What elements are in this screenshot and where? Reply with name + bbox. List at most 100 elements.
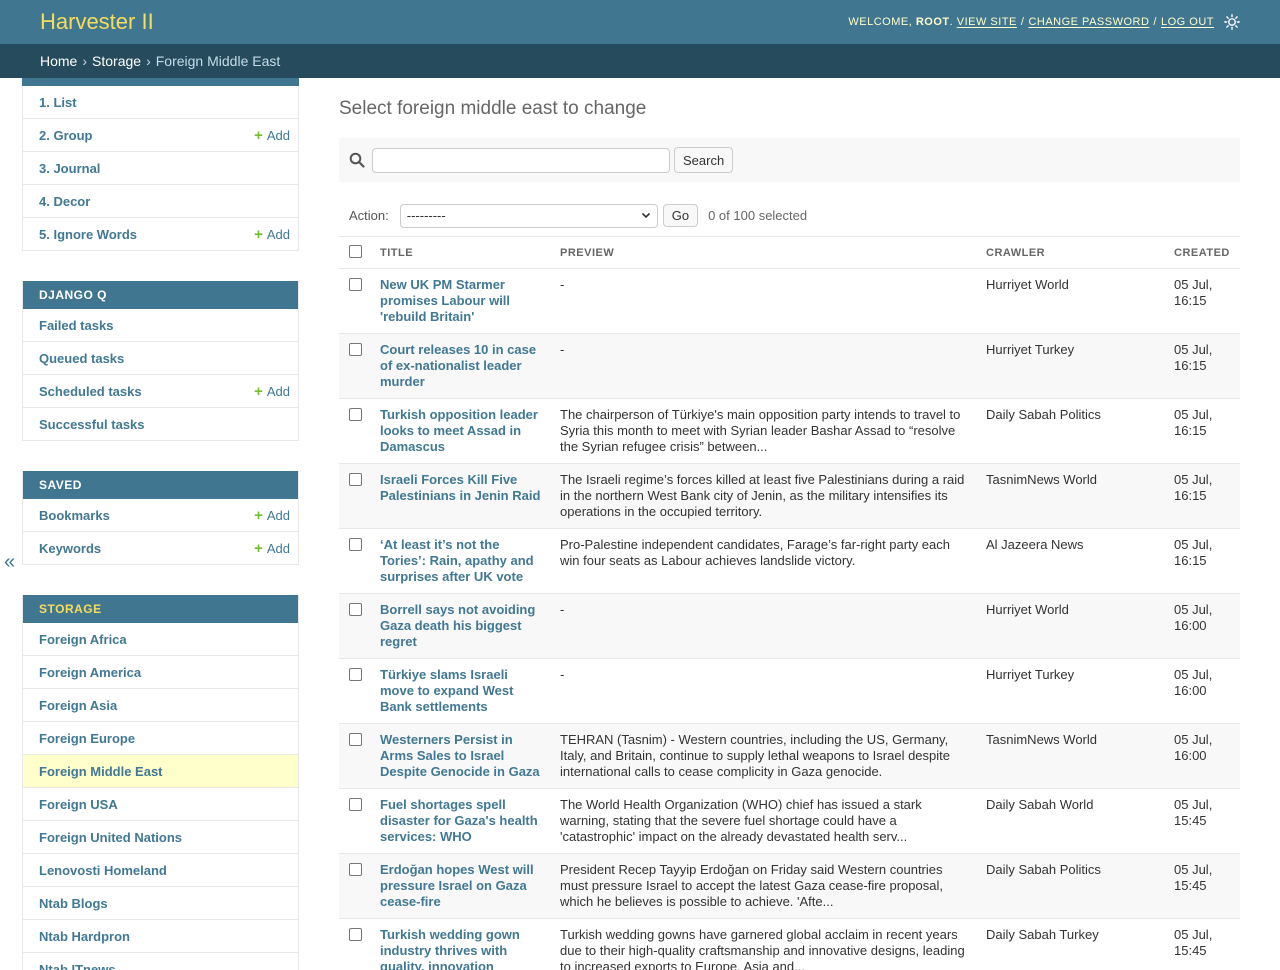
row-title-link[interactable]: Turkish opposition leader looks to meet … [380,407,538,454]
sidebar-item-successful-tasks[interactable]: Successful tasks [23,408,298,441]
sidebar-item-group[interactable]: 2. Group + Add [23,119,298,152]
row-checkbox-cell [339,723,372,789]
sidebar-item-decor[interactable]: 4. Decor [23,185,298,218]
sidebar-item-label[interactable]: Ntab Hardpron [39,929,130,944]
sidebar-item-label[interactable]: Ntab Blogs [39,896,108,911]
sidebar-item-label[interactable]: Foreign Africa [39,632,127,647]
sidebar-item-ntab-blogs[interactable]: Ntab Blogs [23,887,298,920]
sidebar-item-label[interactable]: Ntab ITnews [39,962,116,970]
row-checkbox[interactable] [349,538,362,551]
add-scheduled-task-button[interactable]: + Add [254,384,290,399]
row-title-link[interactable]: Turkish wedding gown industry thrives wi… [380,927,520,970]
sidebar-item-label[interactable]: Successful tasks [39,417,145,432]
sidebar-item-label[interactable]: Foreign Middle East [39,764,163,779]
sidebar-item-label[interactable]: Scheduled tasks [39,384,142,399]
sidebar-item-label[interactable]: 4. Decor [39,194,90,209]
sidebar-item-list[interactable]: 1. List [23,86,298,119]
sidebar-item-ignore-words[interactable]: 5. Ignore Words + Add [23,218,298,251]
sidebar-item-scheduled-tasks[interactable]: Scheduled tasks + Add [23,375,298,408]
row-checkbox[interactable] [349,343,362,356]
sidebar-item-keywords[interactable]: Keywords + Add [23,532,298,565]
action-select[interactable]: --------- [399,203,658,228]
sidebar-item-label[interactable]: 2. Group [39,128,92,143]
sidebar-item-label[interactable]: Bookmarks [39,508,110,523]
sidebar-item-lenovosti-homeland[interactable]: Lenovosti Homeland [23,854,298,887]
preview-cell: - [552,333,978,399]
sidebar-item-queued-tasks[interactable]: Queued tasks [23,342,298,375]
search-input[interactable] [372,147,670,173]
breadcrumb-storage[interactable]: Storage [92,53,141,69]
search-toolbar: Search [339,138,1240,182]
sidebar-item-label[interactable]: Foreign United Nations [39,830,182,845]
preview-cell: Turkish wedding gowns have garnered glob… [552,918,978,970]
row-title-link[interactable]: Westerners Persist in Arms Sales to Isra… [380,732,540,779]
add-group-button[interactable]: + Add [254,128,290,143]
row-checkbox[interactable] [349,603,362,616]
add-keyword-button[interactable]: + Add [254,541,290,556]
sidebar-item-label[interactable]: Foreign America [39,665,141,680]
row-title-link[interactable]: Israeli Forces Kill Five Palestinians in… [380,472,540,503]
row-title-link[interactable]: New UK PM Starmer promises Labour will '… [380,277,510,324]
row-title-link[interactable]: Fuel shortages spell disaster for Gaza's… [380,797,538,844]
toggle-sidebar-button[interactable]: « [4,551,15,574]
module-caption-storage[interactable]: Storage [23,595,298,623]
sidebar-item-foreign-africa[interactable]: Foreign Africa [23,623,298,656]
plus-icon: + [254,225,263,243]
view-site-link[interactable]: View site [957,16,1017,28]
sidebar-item-label[interactable]: Keywords [39,541,101,556]
row-checkbox[interactable] [349,408,362,421]
sidebar-item-label[interactable]: 1. List [39,95,77,110]
module-caption-saved[interactable]: Saved [23,471,298,499]
row-checkbox[interactable] [349,278,362,291]
page-title: Select foreign middle east to change [339,98,647,119]
sidebar-item-foreign-america[interactable]: Foreign America [23,656,298,689]
created-cell: 05 Jul, 15:45 [1166,918,1240,970]
row-title-link[interactable]: ‘At least it’s not the Tories’: Rain, ap… [380,537,534,584]
column-header-crawler[interactable]: Crawler [978,236,1166,269]
go-button[interactable]: Go [662,204,699,227]
sidebar-item-label[interactable]: Foreign Asia [39,698,117,713]
sidebar-item-foreign-europe[interactable]: Foreign Europe [23,722,298,755]
row-checkbox[interactable] [349,798,362,811]
sidebar-item-ntab-itnews[interactable]: Ntab ITnews [23,953,298,970]
sidebar-item-foreign-usa[interactable]: Foreign USA [23,788,298,821]
preview-cell: Pro-Palestine independent candidates, Fa… [552,528,978,594]
add-bookmark-button[interactable]: + Add [254,508,290,523]
module-caption-django-q[interactable]: Django Q [23,281,298,309]
site-brand[interactable]: Harvester II [40,9,154,35]
column-header-created[interactable]: Created [1166,236,1240,269]
column-header-title[interactable]: Title [372,236,552,269]
breadcrumb-current: Foreign Middle East [155,53,281,69]
row-title-link[interactable]: Court releases 10 in case of ex-national… [380,342,536,389]
row-title-link[interactable]: Türkiye slams Israeli move to expand Wes… [380,667,513,714]
sidebar-item-journal[interactable]: 3. Journal [23,152,298,185]
sidebar-item-failed-tasks[interactable]: Failed tasks [23,309,298,342]
row-checkbox[interactable] [349,863,362,876]
sidebar-item-label[interactable]: 3. Journal [39,161,100,176]
sidebar-item-label[interactable]: Failed tasks [39,318,113,333]
sidebar-item-label[interactable]: Foreign USA [39,797,118,812]
row-title-link[interactable]: Borrell says not avoiding Gaza death his… [380,602,535,649]
sidebar-item-foreign-middle-east[interactable]: Foreign Middle East [23,755,298,788]
row-checkbox[interactable] [349,473,362,486]
breadcrumb-home[interactable]: Home [40,53,77,69]
column-header-preview[interactable]: Preview [552,236,978,269]
change-password-link[interactable]: Change password [1028,16,1149,28]
sidebar-item-foreign-united-nations[interactable]: Foreign United Nations [23,821,298,854]
row-checkbox[interactable] [349,928,362,941]
select-all-checkbox[interactable] [349,245,362,258]
sidebar-item-label[interactable]: 5. Ignore Words [39,227,137,242]
search-button[interactable]: Search [674,147,734,173]
theme-toggle-icon[interactable] [1224,14,1240,30]
add-ignore-words-button[interactable]: + Add [254,227,290,242]
sidebar-item-label[interactable]: Lenovosti Homeland [39,863,167,878]
sidebar-item-foreign-asia[interactable]: Foreign Asia [23,689,298,722]
row-title-link[interactable]: Erdoğan hopes West will pressure Israel … [380,862,534,909]
row-checkbox[interactable] [349,668,362,681]
sidebar-item-bookmarks[interactable]: Bookmarks + Add [23,499,298,532]
log-out-link[interactable]: Log out [1161,16,1214,28]
sidebar-item-ntab-hardpron[interactable]: Ntab Hardpron [23,920,298,953]
sidebar-item-label[interactable]: Foreign Europe [39,731,135,746]
sidebar-item-label[interactable]: Queued tasks [39,351,124,366]
row-checkbox[interactable] [349,733,362,746]
